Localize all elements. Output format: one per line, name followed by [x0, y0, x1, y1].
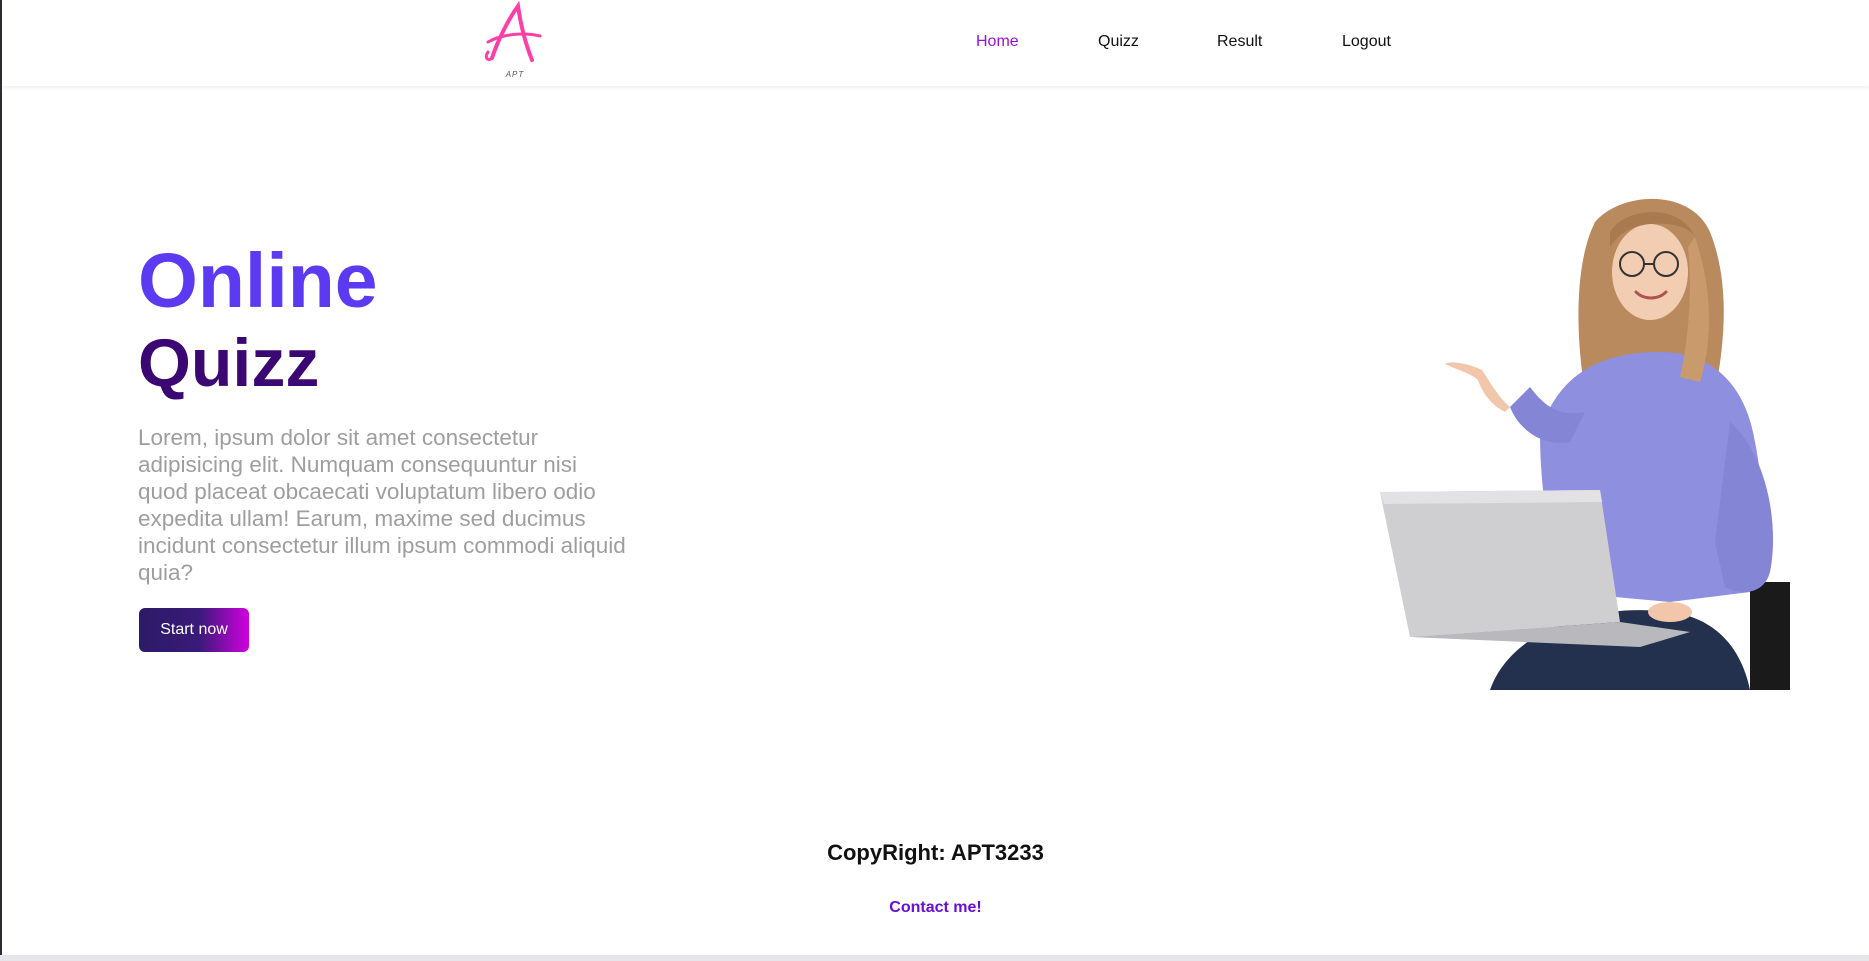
main-nav: Home Quizz Result Logout: [2, 33, 1869, 53]
nav-result[interactable]: Result: [1217, 33, 1262, 51]
nav-home[interactable]: Home: [976, 33, 1019, 51]
bottom-scroll-edge: [0, 955, 1869, 961]
nav-logout[interactable]: Logout: [1342, 33, 1391, 51]
start-now-button[interactable]: Start now: [139, 608, 249, 652]
nav-quizz[interactable]: Quizz: [1098, 33, 1139, 51]
top-navbar: APT Home Quizz Result Logout: [2, 0, 1869, 86]
hero-title-online: Online: [138, 238, 378, 324]
page-footer: CopyRight: APT3233 Contact me!: [2, 798, 1869, 955]
hero-title-quizz: Quizz: [138, 325, 320, 401]
contact-link[interactable]: Contact me!: [2, 899, 1869, 917]
logo-text: APT: [505, 70, 525, 79]
copyright-text: CopyRight: APT3233: [827, 840, 1044, 865]
hero-description: Lorem, ipsum dolor sit amet consectetur …: [138, 425, 626, 585]
woman-with-laptop-image: [1380, 198, 1790, 690]
